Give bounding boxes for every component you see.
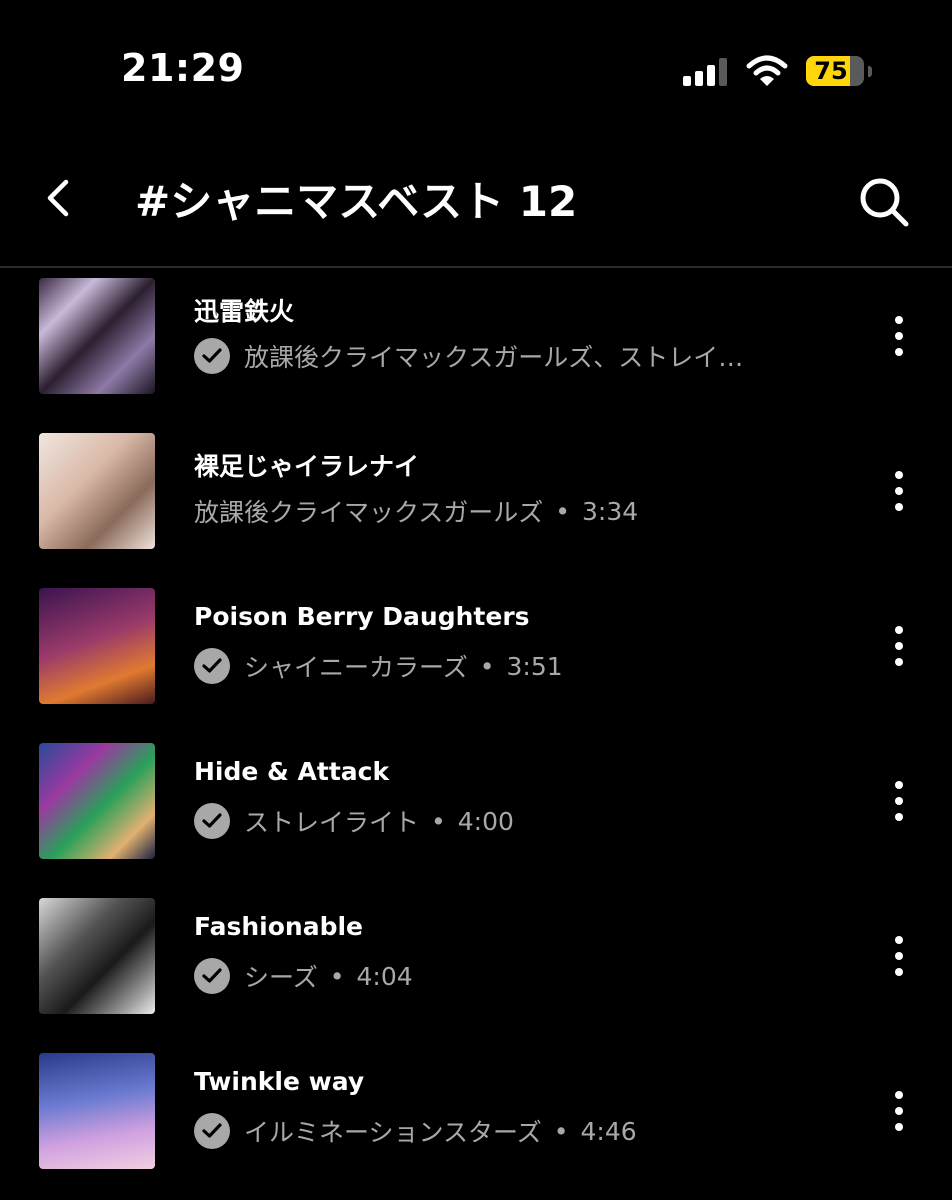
- song-row[interactable]: 迅雷鉄火放課後クライマックスガールズ、ストレイ…: [0, 268, 952, 423]
- separator-dot: •: [479, 651, 495, 681]
- song-row[interactable]: Poison Berry Daughters シャイニーカラーズ • 3:51: [0, 578, 952, 733]
- song-artist: シーズ: [244, 963, 318, 992]
- song-row[interactable]: Hide & Attack ストレイライト • 4:00: [0, 733, 952, 888]
- song-subtitle: 放課後クライマックスガールズ • 3:34: [194, 491, 638, 531]
- downloaded-check-icon: [194, 958, 230, 994]
- song-row[interactable]: 裸足じゃイラレナイ放課後クライマックスガールズ • 3:34: [0, 423, 952, 578]
- separator-dot: •: [431, 806, 446, 836]
- album-art: [39, 743, 155, 859]
- status-time: 21:29: [121, 46, 245, 90]
- search-icon: [860, 178, 909, 227]
- wifi-icon: [746, 54, 788, 88]
- more-vertical-icon: [895, 781, 903, 789]
- song-duration: 3:51: [506, 651, 563, 681]
- song-artist: 放課後クライマックスガールズ、ストレイ…: [244, 343, 744, 372]
- song-artist: 放課後クライマックスガールズ: [194, 498, 544, 527]
- song-subtitle: シーズ • 4:04: [194, 956, 413, 996]
- song-title: Twinkle way: [194, 1067, 365, 1096]
- album-art: [39, 1053, 155, 1169]
- back-button[interactable]: [36, 176, 80, 220]
- status-bar: 21:29 75: [0, 0, 952, 140]
- song-duration: 3:34: [582, 496, 639, 526]
- more-options-button[interactable]: [884, 626, 914, 666]
- song-subtitle: イルミネーションスターズ • 4:46: [194, 1111, 637, 1151]
- more-options-button[interactable]: [884, 936, 914, 976]
- more-options-button[interactable]: [884, 781, 914, 821]
- album-art: [39, 898, 155, 1014]
- battery-icon: 75: [806, 56, 872, 86]
- album-art: [39, 433, 155, 549]
- separator-dot: •: [553, 1116, 569, 1146]
- song-title: Fashionable: [194, 912, 363, 941]
- more-vertical-icon: [895, 471, 903, 479]
- more-vertical-icon: [895, 936, 903, 944]
- more-options-button[interactable]: [884, 1091, 914, 1131]
- song-artist: イルミネーションスターズ: [244, 1118, 542, 1147]
- downloaded-check-icon: [194, 648, 230, 684]
- header: #シャニマスベスト 12: [0, 140, 952, 268]
- chevron-left-icon: [47, 179, 69, 217]
- song-subtitle: シャイニーカラーズ • 3:51: [194, 646, 563, 686]
- song-row[interactable]: Twinkle way イルミネーションスターズ • 4:46: [0, 1043, 952, 1198]
- page-title: #シャニマスベスト 12: [135, 177, 578, 226]
- song-subtitle: ストレイライト • 4:00: [194, 801, 514, 841]
- more-vertical-icon: [895, 316, 903, 324]
- song-artist: ストレイライト: [244, 808, 420, 837]
- more-options-button[interactable]: [884, 471, 914, 511]
- search-button[interactable]: [856, 174, 912, 230]
- more-vertical-icon: [895, 626, 903, 634]
- more-options-button[interactable]: [884, 316, 914, 356]
- song-artist: シャイニーカラーズ: [244, 653, 468, 682]
- more-vertical-icon: [895, 1091, 903, 1099]
- song-title: 裸足じゃイラレナイ: [194, 452, 420, 481]
- downloaded-check-icon: [194, 338, 230, 374]
- song-duration: 4:00: [457, 806, 514, 836]
- separator-dot: •: [329, 961, 345, 991]
- cellular-signal-icon: [683, 58, 731, 86]
- battery-level: 75: [814, 57, 848, 85]
- album-art: [39, 278, 155, 394]
- song-row[interactable]: Fashionable シーズ • 4:04: [0, 888, 952, 1043]
- song-duration: 4:04: [356, 961, 413, 991]
- song-subtitle: 放課後クライマックスガールズ、ストレイ…: [194, 336, 743, 376]
- song-title: 迅雷鉄火: [194, 297, 295, 326]
- song-duration: 4:46: [580, 1116, 637, 1146]
- downloaded-check-icon: [194, 1113, 230, 1149]
- separator-dot: •: [555, 496, 571, 526]
- downloaded-check-icon: [194, 803, 230, 839]
- album-art: [39, 588, 155, 704]
- song-title: Hide & Attack: [194, 757, 390, 786]
- song-title: Poison Berry Daughters: [194, 602, 530, 631]
